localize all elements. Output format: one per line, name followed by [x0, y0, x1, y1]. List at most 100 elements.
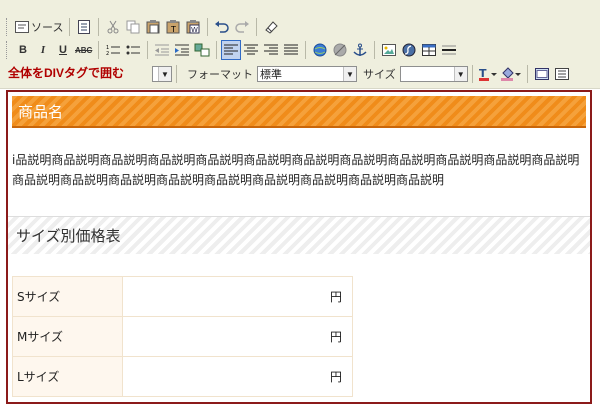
- horizontal-rule-button[interactable]: [439, 40, 459, 60]
- show-blocks-button[interactable]: [552, 64, 572, 84]
- justify-icon: [284, 44, 299, 55]
- table-row: Sサイズ 円: [12, 276, 353, 317]
- format-value: 標準: [260, 69, 282, 81]
- outdent-icon: [155, 44, 170, 56]
- separator: [69, 18, 71, 36]
- size-combo[interactable]: ▼: [399, 66, 468, 82]
- copy-icon: [126, 20, 140, 34]
- numbered-list-icon: 12: [106, 45, 121, 56]
- anchor-button[interactable]: [350, 40, 370, 60]
- indent-button[interactable]: [172, 40, 192, 60]
- source-label: ソース: [31, 22, 64, 34]
- remove-format-button[interactable]: [261, 17, 281, 37]
- clipboard-icon: [146, 20, 160, 34]
- div-block-icon: [194, 43, 210, 57]
- paste-word-icon: W: [186, 20, 200, 34]
- bullet-list-icon: [126, 45, 141, 55]
- cut-button[interactable]: [103, 17, 123, 37]
- document-icon: [78, 20, 91, 34]
- align-right-icon: [264, 44, 279, 55]
- source-icon: [15, 21, 29, 33]
- chevron-down-icon: ▼: [453, 67, 467, 81]
- price-cell: 円: [122, 356, 353, 397]
- text-color-icon: T: [478, 67, 497, 81]
- price-cell: 円: [122, 276, 353, 317]
- source-button[interactable]: ソース: [13, 17, 65, 37]
- separator: [147, 41, 149, 59]
- outdent-button[interactable]: [152, 40, 172, 60]
- align-right-button[interactable]: [261, 40, 281, 60]
- chevron-down-icon: ▼: [343, 67, 356, 81]
- table-icon: [422, 44, 437, 56]
- separator: [98, 18, 100, 36]
- toolbar-grip: [6, 18, 10, 36]
- text-color-button[interactable]: T: [477, 64, 499, 84]
- eraser-icon: [265, 21, 279, 34]
- editor-content-frame[interactable]: 商品名 i品説明商品説明商品説明商品説明商品説明商品説明商品説明商品説明商品説明…: [6, 90, 592, 404]
- bucket-color-icon: [500, 67, 521, 81]
- editor-toolbar: ソース T W B I U ABC 12 ▼ フォーマット 標準 ▼ サイズ ▼…: [0, 0, 600, 89]
- chevron-down-icon: ▼: [158, 67, 171, 81]
- paste-button[interactable]: [143, 17, 163, 37]
- bullet-list-button[interactable]: [123, 40, 143, 60]
- style-combo[interactable]: ▼: [152, 66, 172, 82]
- italic-button[interactable]: I: [33, 40, 53, 60]
- background-color-button[interactable]: [499, 64, 523, 84]
- indent-icon: [175, 44, 190, 56]
- new-page-button[interactable]: [74, 17, 94, 37]
- underline-button[interactable]: U: [53, 40, 73, 60]
- anchor-icon: [353, 43, 367, 56]
- maximize-icon: [534, 68, 549, 80]
- separator: [98, 41, 100, 59]
- product-description: i品説明商品説明商品説明商品説明商品説明商品説明商品説明商品説明商品説明商品説明…: [12, 153, 580, 187]
- table-row: Lサイズ 円: [12, 356, 353, 397]
- show-blocks-icon: [554, 68, 569, 80]
- paste-word-button[interactable]: W: [183, 17, 203, 37]
- separator: [305, 41, 307, 59]
- product-title: 商品名: [18, 102, 64, 121]
- size-cell: Sサイズ: [12, 276, 123, 317]
- separator: [471, 65, 473, 83]
- bold-button[interactable]: B: [13, 40, 33, 60]
- globe-link-icon: [313, 43, 327, 57]
- align-center-icon: [244, 44, 259, 55]
- flash-button[interactable]: [399, 40, 419, 60]
- globe-unlink-icon: [333, 43, 347, 57]
- justify-button[interactable]: [281, 40, 301, 60]
- redo-icon: [235, 21, 250, 33]
- undo-button[interactable]: [212, 17, 232, 37]
- section-header: サイズ別価格表: [8, 216, 590, 254]
- horizontal-rule-icon: [442, 45, 457, 55]
- svg-text:2: 2: [106, 51, 109, 56]
- size-label: サイズ: [363, 69, 396, 81]
- numbered-list-button[interactable]: 12: [103, 40, 123, 60]
- section-title: サイズ別価格表: [16, 227, 121, 245]
- image-button[interactable]: [379, 40, 399, 60]
- separator: [216, 41, 218, 59]
- format-label: フォーマット: [187, 69, 253, 81]
- align-left-button[interactable]: [221, 40, 242, 60]
- toolbar-grip: [6, 41, 10, 59]
- copy-button[interactable]: [123, 17, 143, 37]
- format-combo[interactable]: 標準 ▼: [257, 66, 357, 82]
- table-row: Mサイズ 円: [12, 316, 353, 357]
- div-wrap-tooltip: 全体をDIVタグで囲む: [8, 64, 125, 81]
- div-block-button[interactable]: [192, 40, 212, 60]
- separator: [374, 41, 376, 59]
- table-button[interactable]: [419, 40, 439, 60]
- svg-text:T: T: [170, 25, 176, 34]
- separator: [256, 18, 258, 36]
- strikethrough-button[interactable]: ABC: [73, 40, 94, 60]
- maximize-button[interactable]: [532, 64, 552, 84]
- paste-text-icon: T: [166, 20, 180, 34]
- paste-text-button[interactable]: T: [163, 17, 183, 37]
- align-center-button[interactable]: [241, 40, 261, 60]
- unlink-button[interactable]: [330, 40, 350, 60]
- separator: [207, 18, 209, 36]
- link-button[interactable]: [310, 40, 330, 60]
- image-icon: [382, 44, 397, 56]
- align-left-icon: [224, 44, 239, 55]
- flash-icon: [402, 43, 416, 57]
- redo-button[interactable]: [232, 17, 252, 37]
- price-cell: 円: [122, 316, 353, 357]
